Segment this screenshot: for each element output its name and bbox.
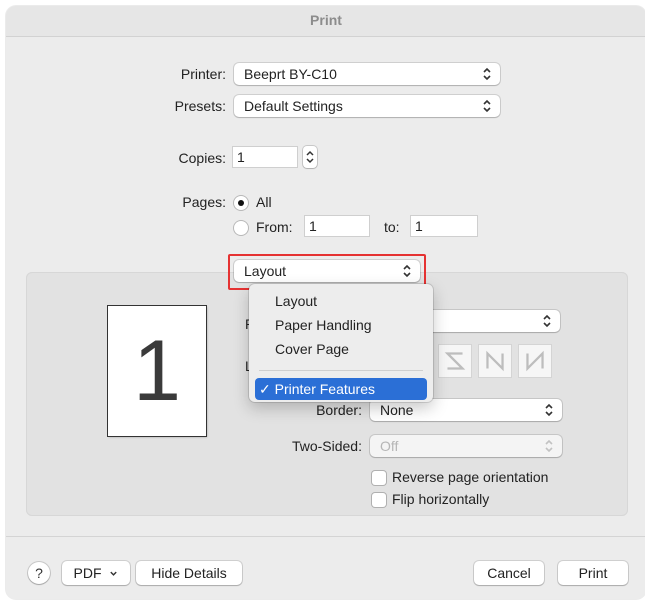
print-button[interactable]: Print [558, 561, 628, 585]
presets-popup[interactable]: Default Settings [234, 95, 500, 117]
chevron-updown-icon [543, 314, 551, 328]
copies-field[interactable]: 1 [232, 146, 298, 168]
border-popup[interactable]: None [370, 399, 562, 421]
footer-divider [6, 536, 645, 537]
chevron-updown-icon [545, 439, 553, 453]
pages-from-field[interactable]: 1 [304, 215, 370, 237]
page-preview: 1 [108, 306, 206, 436]
pages-to-label: to: [384, 219, 400, 235]
printer-value: Beeprt BY-C10 [244, 66, 337, 82]
section-menu: Layout Paper Handling Cover Page ✓ Print… [249, 284, 433, 402]
chevron-updown-icon [483, 67, 491, 81]
reverse-orientation-checkbox[interactable] [372, 471, 386, 485]
menu-item-layout[interactable]: Layout [275, 293, 317, 309]
hide-details-button[interactable]: Hide Details [136, 561, 242, 585]
checkmark-icon: ✓ [259, 381, 271, 397]
chevron-down-icon [110, 571, 118, 576]
border-value: None [380, 402, 414, 418]
menu-item-paper-handling[interactable]: Paper Handling [275, 317, 372, 333]
layout-reverse-s-icon [444, 352, 466, 370]
layout-direction-reverse-n-button[interactable] [518, 344, 552, 378]
help-button[interactable]: ? [28, 562, 50, 584]
pages-from-radio[interactable] [234, 221, 248, 235]
layout-direction-n-button[interactable] [478, 344, 512, 378]
preview-page-number: 1 [133, 323, 181, 419]
printer-label: Printer: [180, 66, 226, 82]
menu-item-printer-features[interactable]: ✓ Printer Features [255, 378, 427, 400]
presets-value: Default Settings [244, 98, 343, 114]
copies-label: Copies: [178, 150, 226, 166]
flip-horizontally-label: Flip horizontally [392, 491, 490, 507]
flip-horizontally-checkbox[interactable] [372, 493, 386, 507]
pdf-label: PDF [73, 565, 102, 581]
border-label: Border: [316, 402, 362, 418]
reverse-orientation-label: Reverse page orientation [392, 469, 549, 485]
pages-all-label: All [256, 194, 272, 210]
pages-all-radio[interactable] [234, 196, 248, 210]
two-sided-value: Off [380, 438, 399, 454]
layout-n-icon [486, 350, 504, 372]
window-title: Print [6, 6, 645, 37]
chevron-updown-icon [545, 403, 553, 417]
printer-popup[interactable]: Beeprt BY-C10 [234, 63, 500, 85]
chevron-updown-icon [483, 99, 491, 113]
presets-label: Presets: [174, 98, 226, 114]
layout-direction-reverse-s-button[interactable] [438, 344, 472, 378]
menu-item-printer-features-label: Printer Features [274, 381, 375, 397]
pdf-menu-button[interactable]: PDF [62, 561, 130, 585]
copies-stepper[interactable] [303, 146, 317, 168]
pages-to-field[interactable]: 1 [410, 215, 478, 237]
layout-reverse-n-icon [526, 350, 544, 372]
cancel-button[interactable]: Cancel [474, 561, 544, 585]
print-dialog: Print Printer: Beeprt BY-C10 Presets: De… [6, 6, 645, 599]
menu-item-cover-page[interactable]: Cover Page [275, 341, 349, 357]
pages-from-label: From: [256, 219, 293, 235]
two-sided-popup[interactable]: Off [370, 435, 562, 457]
menu-separator [259, 370, 423, 371]
pages-label: Pages: [182, 194, 226, 210]
two-sided-label: Two-Sided: [291, 438, 362, 454]
stepper-arrows-icon [306, 150, 314, 164]
